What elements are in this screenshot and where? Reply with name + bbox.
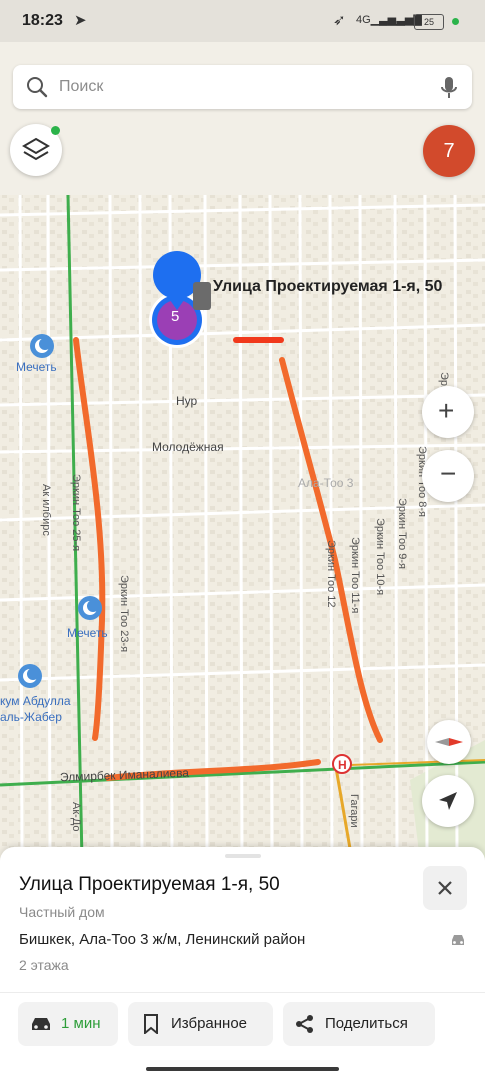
my-location-button[interactable] [422,775,474,827]
navigation-arrow-icon [439,792,457,810]
street-label-erkin-too-10: Эркин Тоо 10-я [374,518,386,596]
close-button[interactable] [423,866,467,910]
battery-level: 25 [423,17,434,27]
route-button[interactable]: 1 мин [18,1002,118,1046]
status-bar: 18:23 ➤ ➶ 4G▁▃▅ ▁▃▅▇ 25 [0,0,485,42]
plus-icon: + [438,395,455,426]
close-icon [438,881,452,895]
favorite-button[interactable]: Избранное [128,1002,273,1046]
pin-title[interactable]: Улица Проектируемая 1-я, 50 [213,277,453,297]
sheet-handle[interactable] [225,854,261,858]
minus-icon: − [440,458,457,489]
compass-icon [435,738,463,746]
street-label-erkin-too-9: Эркин Тоо 9-я [396,498,408,570]
system-home-indicator[interactable] [146,1067,339,1071]
microphone-icon[interactable] [440,76,458,100]
street-label-erkin-too-11: Эркин Тоо 11-я [349,537,361,614]
place-floors: 2 этажа [19,957,69,973]
place-address: Бишкек, Ала-Тоо 3 ж/м, Ленинский район [19,931,306,948]
share-icon [296,1015,313,1033]
street-label-erkin-too-23: Эркин Тоо 23-я [118,575,130,653]
street-label-molodezhnaya: Молодёжная [152,440,224,454]
mosque-marker-2 [78,596,102,620]
map-view[interactable]: H 5 Нур Молодёжная Ала-Тоо 3 Эркин Тоо 2… [0,42,485,860]
car-icon [32,1018,50,1030]
building-thumbnail [193,282,211,310]
bookmark-icon [144,1014,158,1034]
status-time: 18:23 [22,12,63,29]
search-placeholder: Поиск [59,78,104,95]
car-icon [452,935,464,945]
notification-dot [452,18,459,25]
layers-icon [22,137,50,161]
place-type: Частный дом [19,904,105,920]
poi-label-mosque-3-line2[interactable]: аль-Жабер [0,710,62,724]
poi-label-mosque-3-line1[interactable]: кум Абдулла [0,694,71,708]
search-bar[interactable]: Поиск [13,65,472,109]
layers-button[interactable] [10,124,62,176]
share-button[interactable]: Поделиться [283,1002,435,1046]
cluster-count: 5 [171,308,180,325]
street-label-erkin-too-12: Эркин Тоо 12 [325,540,337,608]
battery-icon: 25 [414,14,444,30]
hospital-marker-letter: H [338,758,347,772]
telegram-icon: ➤ [74,12,87,29]
district-label-ala-too-3: Ала-Тоо 3 [298,476,354,490]
street-label-ak-ilbirs: Ак илбирс [40,484,52,536]
poi-label-mosque-1[interactable]: Мечеть [16,360,57,374]
search-icon [27,77,48,98]
mosque-marker-1 [30,334,54,358]
route-time: 1 мин [61,1015,101,1032]
map-canvas[interactable]: H [0,42,485,860]
notifications-badge[interactable]: 7 [423,125,475,177]
street-label-ak-dobo: Ак-До [70,802,82,832]
favorite-label: Избранное [171,1015,248,1032]
zoom-in-button[interactable]: + [422,386,474,438]
mosque-marker-3 [18,664,42,688]
street-label-nur: Нур [176,394,198,408]
place-card[interactable]: Улица Проектируемая 1-я, 50 Частный дом … [0,847,485,1080]
zoom-out-button[interactable]: − [422,450,474,502]
poi-label-mosque-2[interactable]: Мечеть [67,626,108,640]
location-icon: ➶ [333,12,346,29]
place-title: Улица Проектируемая 1-я, 50 [19,874,280,895]
street-label-gagarin: Гагари [348,794,360,828]
compass-button[interactable] [427,720,471,764]
share-label: Поделиться [325,1015,408,1032]
layers-status-dot [51,126,60,135]
sheet-divider [0,992,485,993]
street-label-erkin-too-25: Эркин Тоо 25-я [70,474,82,552]
